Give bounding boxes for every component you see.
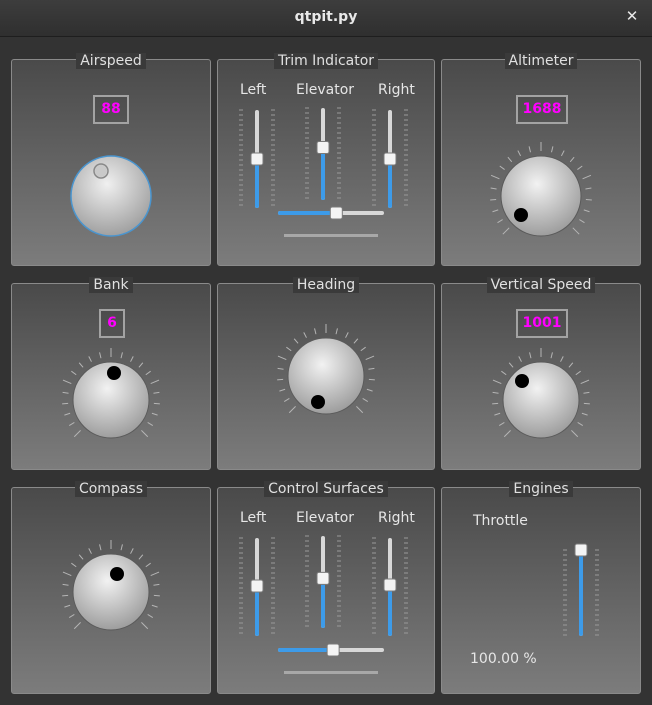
- dial-indicator-dot: [110, 567, 124, 581]
- compass-dial[interactable]: [12, 488, 210, 693]
- airspeed-dial[interactable]: [12, 60, 210, 265]
- slider-track-bar: [284, 671, 378, 674]
- trim-elevator-slider: [305, 107, 341, 200]
- trim-sliders[interactable]: [218, 60, 434, 265]
- ctrl-left-slider: [239, 537, 275, 636]
- panel-bank: Bank 6: [11, 277, 211, 470]
- slider-handle: [383, 578, 397, 592]
- trim-left-slider: [239, 109, 275, 208]
- app-window: qtpit.py ✕ Airspeed 88 Trim Indicator Le…: [0, 0, 652, 705]
- altimeter-dial[interactable]: [442, 60, 640, 265]
- slider-handle: [574, 543, 588, 557]
- panel-engines: Engines Throttle 100.00 %: [441, 481, 641, 694]
- panel-control-surfaces: Control Surfaces Left Elevator Right: [217, 481, 435, 694]
- control-sliders[interactable]: [218, 488, 434, 693]
- vertical-speed-dial[interactable]: [442, 284, 640, 469]
- slider-track-bar: [284, 234, 378, 237]
- dial-indicator-dot: [515, 374, 529, 388]
- slider-handle: [326, 643, 340, 657]
- ctrl-elevator-slider: [305, 535, 341, 628]
- slider-handle: [316, 571, 330, 585]
- title-bar: qtpit.py ✕: [0, 0, 652, 37]
- throttle-slider: [563, 543, 599, 636]
- dial-knob: [502, 361, 580, 439]
- slider-handle: [250, 579, 264, 593]
- dial-knob: [72, 553, 150, 631]
- panel-trim-indicator: Trim Indicator Left Elevator Right: [217, 53, 435, 266]
- dial-knob: [500, 155, 582, 237]
- dial-indicator-dot: [514, 208, 528, 222]
- slider-handle: [316, 141, 330, 155]
- slider-handle: [329, 206, 343, 220]
- bank-dial[interactable]: [12, 284, 210, 469]
- throttle-slider[interactable]: [442, 488, 640, 693]
- dial-indicator-dot: [107, 366, 121, 380]
- heading-dial[interactable]: [218, 284, 434, 469]
- trim-right-slider: [372, 109, 408, 208]
- slider-handle: [383, 152, 397, 166]
- trim-horizontal-slider: [278, 206, 384, 220]
- panel-heading: Heading: [217, 277, 435, 470]
- dial-indicator-dot: [311, 395, 325, 409]
- slider-handle: [250, 152, 264, 166]
- ctrl-horizontal-slider: [278, 643, 384, 657]
- panel-vertical-speed: Vertical Speed 1001: [441, 277, 641, 470]
- ctrl-right-slider: [372, 537, 408, 636]
- panel-altimeter: Altimeter 1688: [441, 53, 641, 266]
- cockpit-panel-grid: Airspeed 88 Trim Indicator Left Elevator…: [0, 37, 652, 705]
- dial-knob: [287, 337, 365, 415]
- panel-airspeed: Airspeed 88: [11, 53, 211, 266]
- close-icon[interactable]: ✕: [624, 8, 640, 24]
- window-title: qtpit.py: [294, 9, 358, 25]
- panel-compass: Compass: [11, 481, 211, 694]
